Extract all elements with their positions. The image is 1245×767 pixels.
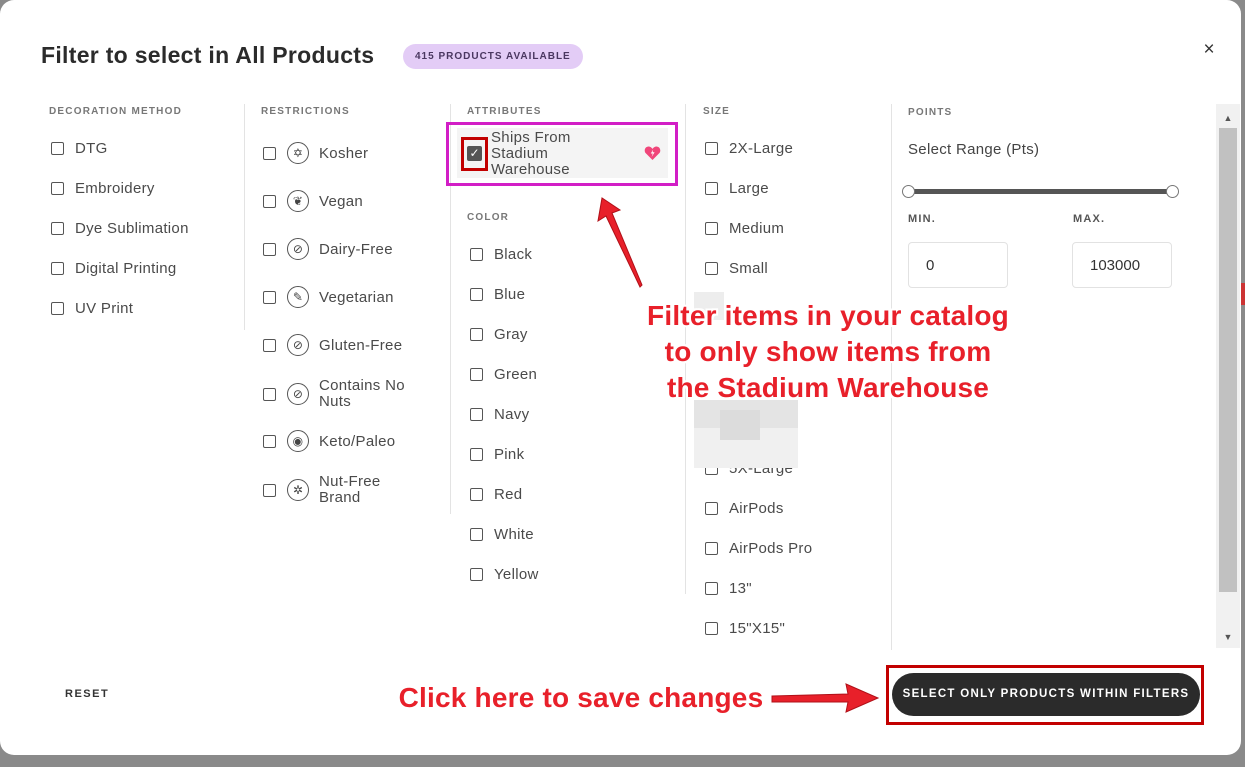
callout-line: to only show items from xyxy=(664,336,992,367)
save-hint-callout: Click here to save changes xyxy=(398,682,764,713)
background-page-fragment xyxy=(1241,283,1245,305)
filter-modal: Filter to select in All Products 415 PRO… xyxy=(0,0,1241,755)
annotation-arrows xyxy=(597,197,880,713)
arrow-to-save-button xyxy=(771,683,880,713)
callout-line: the Stadium Warehouse xyxy=(666,372,990,403)
arrow-to-attribute xyxy=(597,197,643,288)
filter-callout: Filter items in your catalog to only sho… xyxy=(628,298,1028,406)
callout-line: Filter items in your catalog xyxy=(647,300,1009,331)
